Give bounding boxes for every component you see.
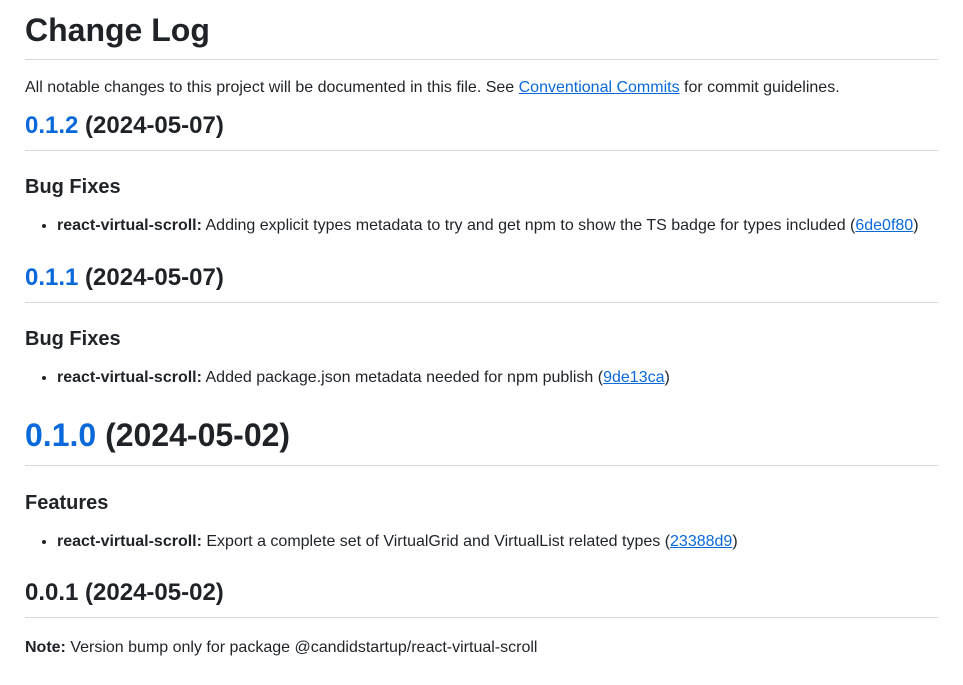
close-paren: ) bbox=[732, 533, 738, 550]
intro-text-after: for commit guidelines. bbox=[679, 79, 840, 96]
version-link-0-1-2[interactable]: 0.1.2 bbox=[25, 112, 78, 139]
change-text: Added package.json metadata needed for n… bbox=[201, 369, 604, 386]
scope-label: react-virtual-scroll: bbox=[57, 533, 202, 550]
close-paren: ) bbox=[664, 369, 670, 386]
version-link-0-1-1[interactable]: 0.1.1 bbox=[25, 264, 78, 291]
release-heading-0-1-0: 0.1.0 (2024-05-02) bbox=[25, 415, 938, 466]
intro-text-before: All notable changes to this project will… bbox=[25, 79, 519, 96]
scope-label: react-virtual-scroll: bbox=[57, 217, 202, 234]
scope-label: react-virtual-scroll: bbox=[57, 369, 202, 386]
list-item: react-virtual-scroll: Export a complete … bbox=[57, 530, 938, 554]
release-note: Note: Version bump only for package @can… bbox=[25, 636, 938, 660]
page-title: Change Log bbox=[25, 0, 938, 60]
change-text: Export a complete set of VirtualGrid and… bbox=[201, 533, 671, 550]
commit-link-6de0f80[interactable]: 6de0f80 bbox=[855, 217, 913, 234]
change-text: Adding explicit types metadata to try an… bbox=[201, 217, 856, 234]
section-heading-bug-fixes: Bug Fixes bbox=[25, 176, 121, 198]
commit-link-9de13ca[interactable]: 9de13ca bbox=[603, 369, 664, 386]
conventional-commits-link[interactable]: Conventional Commits bbox=[519, 79, 680, 96]
version-link-0-1-0[interactable]: 0.1.0 bbox=[25, 417, 96, 453]
release-heading-0-0-1: 0.0.1 (2024-05-02) bbox=[25, 578, 938, 618]
change-list: react-virtual-scroll: Added package.json… bbox=[25, 366, 938, 390]
release-date: (2024-05-02) bbox=[96, 417, 291, 453]
release-date: (2024-05-07) bbox=[78, 264, 224, 291]
release-date: (2024-05-07) bbox=[78, 112, 224, 139]
close-paren: ) bbox=[913, 217, 919, 234]
change-list: react-virtual-scroll: Export a complete … bbox=[25, 530, 938, 554]
change-list: react-virtual-scroll: Adding explicit ty… bbox=[25, 214, 938, 238]
changelog-page: Change Log All notable changes to this p… bbox=[0, 0, 938, 660]
release-heading-0-1-2: 0.1.2 (2024-05-07) bbox=[25, 111, 938, 151]
note-text: Version bump only for package @candidsta… bbox=[65, 639, 538, 656]
release-heading-0-1-1: 0.1.1 (2024-05-07) bbox=[25, 263, 938, 303]
note-label: Note: bbox=[25, 639, 66, 656]
intro-paragraph: All notable changes to this project will… bbox=[25, 76, 938, 100]
section-heading-features: Features bbox=[25, 492, 109, 514]
list-item: react-virtual-scroll: Added package.json… bbox=[57, 366, 938, 390]
section-heading-bug-fixes: Bug Fixes bbox=[25, 328, 121, 350]
list-item: react-virtual-scroll: Adding explicit ty… bbox=[57, 214, 938, 238]
commit-link-23388d9[interactable]: 23388d9 bbox=[670, 533, 732, 550]
